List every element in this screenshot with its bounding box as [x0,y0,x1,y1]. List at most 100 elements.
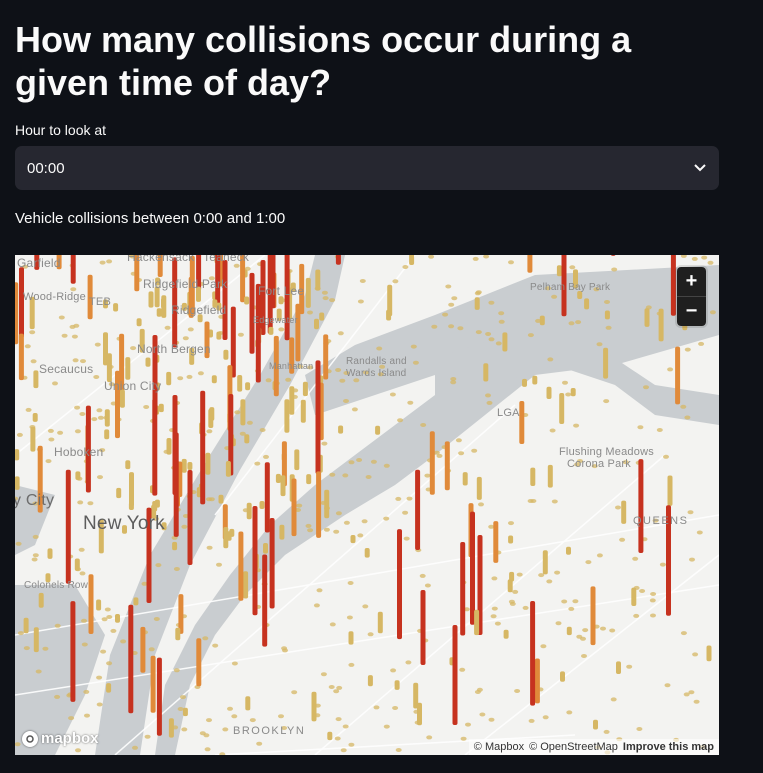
attribution-osm-link[interactable]: © OpenStreetMap [529,741,618,753]
collision-column [168,718,174,738]
collision-hex [684,415,691,420]
collision-column [483,363,489,382]
collision-hex [351,407,358,412]
collision-column [243,571,249,599]
zoom-out-button[interactable]: − [677,296,706,326]
collision-hex [281,646,288,651]
collision-column [196,638,202,687]
collision-hex [153,617,160,621]
collision-hex [348,742,355,747]
attribution-mapbox-link[interactable]: © Mapbox [474,741,524,753]
collision-hex [663,454,669,459]
collision-column [264,462,270,533]
collision-hex [488,300,495,305]
collision-column [311,691,317,722]
collision-hex [494,621,501,626]
collision-column [96,599,102,611]
collision-hex [45,459,52,464]
collision-column [74,558,80,571]
collision-hex [495,341,502,346]
collision-hex [296,503,303,508]
improve-map-link[interactable]: Improve this map [623,741,714,753]
collision-column [338,425,344,434]
collision-column [706,645,712,662]
collision-column [667,475,673,506]
collision-column [125,460,131,470]
place-label: New York [83,513,165,534]
collision-hex [365,475,372,479]
collision-column [32,413,38,422]
collision-hex [457,326,464,331]
collision-hex [600,626,606,631]
collision-column [128,502,134,510]
collision-column [145,357,151,367]
mapbox-logo[interactable]: mapbox [22,730,99,747]
collision-hex [106,661,113,666]
collision-hex [633,613,640,618]
collision-hex [448,302,455,307]
collision-hex [392,706,399,710]
hour-select[interactable]: 00:00 [15,146,719,190]
collision-hex [488,717,495,722]
collision-map[interactable]: Hackensack Teaneck Garfield Wood-Ridge T… [15,255,719,755]
collision-hex [359,279,366,283]
collision-column [670,255,676,316]
collision-column [187,462,193,470]
collision-column [295,303,301,362]
collision-hex [77,500,84,505]
collision-hex [402,265,409,269]
collision-hex [412,360,419,365]
collision-column [15,476,20,490]
chevron-down-icon[interactable] [693,161,707,175]
collision-hex [329,622,336,627]
collision-column [417,702,422,726]
collision-hex [460,736,467,741]
collision-hex [81,618,87,623]
collision-hex [173,567,180,571]
collision-hex [649,598,656,603]
place-label: BROOKLYN [233,725,306,737]
place-label: Garfield [17,256,61,270]
collision-hex [424,583,431,588]
place-label: Wards Island [346,368,407,379]
collision-hex [54,623,61,628]
collision-column [33,370,39,389]
collision-hex [458,451,465,456]
collision-hex [342,473,349,478]
place-label: TEB [89,296,111,308]
collision-hex [84,713,90,718]
collision-hex [99,260,106,265]
map-basemap [15,255,719,755]
collision-hex [15,541,22,546]
collision-hex [155,563,162,568]
place-label: Fort Lee [258,284,305,298]
collision-hex [348,460,355,465]
collision-hex [291,690,298,695]
collision-hex [231,714,238,719]
collision-column [474,609,480,636]
collision-hex [392,279,399,284]
collision-hex [667,367,674,372]
place-label: y City [15,492,55,509]
collision-hex [373,705,380,710]
collision-hex [336,685,343,690]
collision-hex [187,327,194,332]
collision-hex [177,376,184,381]
collision-hex [547,357,554,362]
collision-hex [254,461,261,466]
collision-hex [472,256,479,261]
place-label: Secaucus [39,362,94,376]
zoom-in-button[interactable]: + [677,267,706,296]
collision-hex [16,432,23,437]
collision-column [148,291,154,308]
collision-hex [561,599,568,604]
collision-hex [555,621,562,626]
collision-column [546,386,552,399]
collision-hex [650,592,657,596]
collision-column [269,518,275,609]
collision-column [47,548,53,559]
collision-column [593,719,598,730]
collision-hex [508,599,515,604]
collision-column [205,452,211,475]
collision-hex [181,524,188,529]
